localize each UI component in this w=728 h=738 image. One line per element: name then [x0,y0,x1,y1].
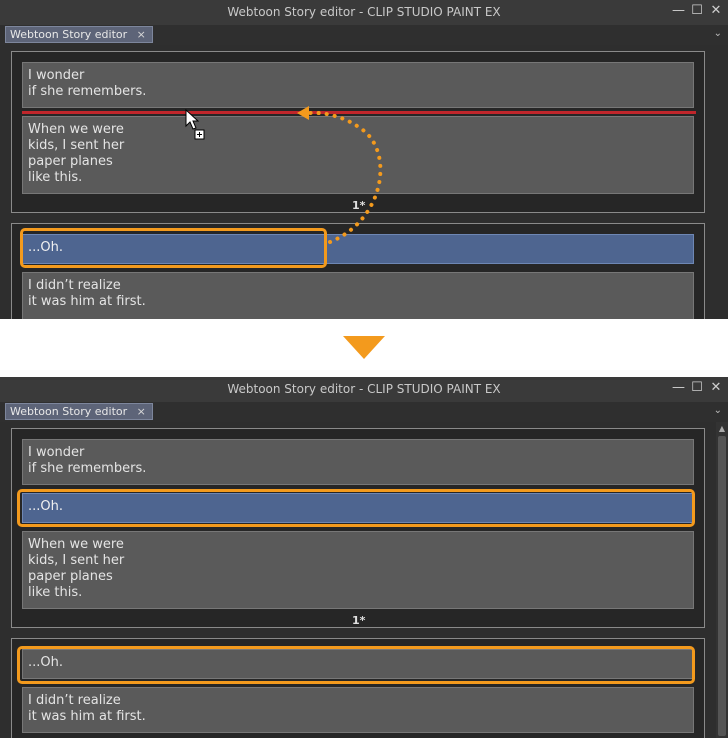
tab-webtoon-story-editor[interactable]: Webtoon Story editor × [5,403,153,420]
cursor-copy-icon [185,108,205,140]
page-frame-1[interactable]: I wonder if she remembers. ...Oh. When w… [11,428,705,628]
scroll-up-icon[interactable]: ▲ [716,424,728,433]
title-bar: Webtoon Story editor - CLIP STUDIO PAINT… [0,377,728,402]
maximize-button[interactable]: ☐ [691,381,703,395]
panel-menu-icon[interactable]: ⌄ [714,405,722,416]
tab-close-icon[interactable]: × [137,405,146,418]
triangle-down-icon [343,336,385,359]
text-block[interactable]: When we were kids, I sent her paper plan… [22,531,694,609]
scroll-thumb[interactable] [718,436,726,736]
arrowhead-icon [297,106,309,120]
dotted-drag-arrow [308,110,383,244]
tab-bar: Webtoon Story editor × ⌄ [0,402,728,422]
window-controls: — ☐ ✕ [672,381,722,395]
original-block-highlight [17,646,695,684]
minimize-button[interactable]: — [672,381,685,395]
screenshot-before: Webtoon Story editor - CLIP STUDIO PAINT… [0,0,728,319]
tab-label: Webtoon Story editor [10,405,128,418]
page-number-label: 1* [352,614,366,627]
text-block[interactable]: I wonder if she remembers. [22,439,694,485]
screenshot-after: Webtoon Story editor - CLIP STUDIO PAINT… [0,377,728,738]
moved-block-highlight [17,489,695,527]
story-editor-content: I wonder if she remembers. ...Oh. When w… [0,422,728,738]
vertical-scrollbar[interactable]: ▲ [716,422,728,738]
drag-path-overlay [185,106,383,244]
text-block[interactable]: I didn’t realize it was him at first. [22,687,694,733]
close-button[interactable]: ✕ [710,381,722,395]
window-title: Webtoon Story editor - CLIP STUDIO PAINT… [227,382,501,396]
